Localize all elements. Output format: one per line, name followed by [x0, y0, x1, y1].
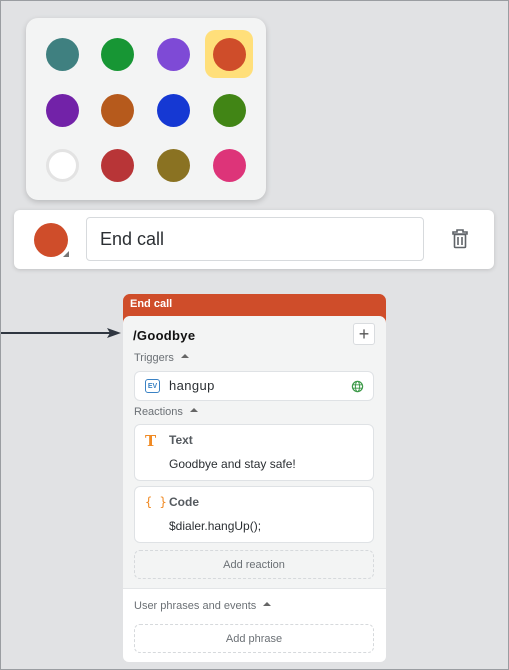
reaction-text[interactable]: T Text Goodbye and stay safe!	[134, 424, 374, 481]
color-swatch-pink[interactable]	[205, 141, 253, 189]
event-icon: EV	[145, 379, 160, 393]
color-swatch-orange-red[interactable]	[205, 30, 253, 78]
caret-up-icon	[263, 602, 272, 607]
color-dot	[45, 93, 79, 127]
trash-icon[interactable]	[448, 227, 472, 251]
color-swatch-olive-green[interactable]	[205, 86, 253, 134]
trigger-name: hangup	[169, 378, 215, 393]
triggers-label: Triggers	[134, 352, 174, 364]
state-card-title: End call	[130, 298, 173, 310]
color-dot	[45, 37, 79, 71]
state-name-input[interactable]	[86, 217, 424, 261]
plus-icon: +	[358, 324, 370, 344]
color-dot	[156, 148, 190, 182]
color-dot	[212, 93, 246, 127]
color-swatch-white[interactable]	[38, 141, 86, 189]
reaction-code[interactable]: { } Code $dialer.hangUp();	[134, 486, 374, 543]
state-name-editor	[14, 210, 494, 269]
color-swatch-red[interactable]	[93, 141, 141, 189]
dropdown-corner-icon	[63, 251, 69, 257]
phrases-section-toggle[interactable]: User phrases and events	[134, 600, 272, 612]
reactions-section-toggle[interactable]: Reactions	[134, 406, 198, 418]
color-swatch-blue[interactable]	[149, 86, 197, 134]
color-swatch-teal[interactable]	[38, 30, 86, 78]
color-dot	[156, 37, 190, 71]
color-dot	[100, 93, 134, 127]
color-dot	[45, 148, 79, 182]
color-dot	[100, 37, 134, 71]
reaction-type: Text	[169, 433, 193, 447]
canvas: End call /Goodbye + Triggers EV hangup R…	[0, 0, 509, 670]
state-name: /Goodbye	[133, 328, 196, 343]
state-card[interactable]: End call /Goodbye + Triggers EV hangup R…	[123, 294, 386, 662]
reaction-content: $dialer.hangUp();	[169, 519, 262, 533]
color-swatch-brown-orange[interactable]	[93, 86, 141, 134]
add-button[interactable]: +	[353, 323, 375, 345]
color-dot	[212, 37, 246, 71]
color-dot	[100, 148, 134, 182]
triggers-section-toggle[interactable]: Triggers	[134, 352, 189, 364]
text-icon: T	[145, 432, 157, 450]
color-palette	[26, 18, 266, 200]
reactions-label: Reactions	[134, 406, 183, 418]
reaction-content: Goodbye and stay safe!	[169, 457, 296, 471]
add-reaction-button[interactable]: Add reaction	[134, 550, 374, 579]
color-swatch-olive[interactable]	[149, 141, 197, 189]
globe-icon	[351, 380, 364, 393]
caret-up-icon	[180, 354, 189, 359]
reaction-type: Code	[169, 495, 199, 509]
code-icon: { }	[145, 495, 167, 509]
state-card-body: /Goodbye + Triggers EV hangup Reactions	[123, 316, 386, 662]
color-swatch-purple[interactable]	[38, 86, 86, 134]
color-dot	[156, 93, 190, 127]
caret-up-icon	[189, 408, 198, 413]
color-swatch-lavender[interactable]	[149, 30, 197, 78]
phrases-label: User phrases and events	[134, 600, 257, 612]
add-phrase-button[interactable]: Add phrase	[134, 624, 374, 653]
trigger-item[interactable]: EV hangup	[134, 371, 374, 401]
connection-arrow	[1, 328, 121, 338]
color-dot	[212, 148, 246, 182]
user-phrases-section: User phrases and events Add phrase	[123, 588, 386, 662]
color-swatch-green[interactable]	[93, 30, 141, 78]
